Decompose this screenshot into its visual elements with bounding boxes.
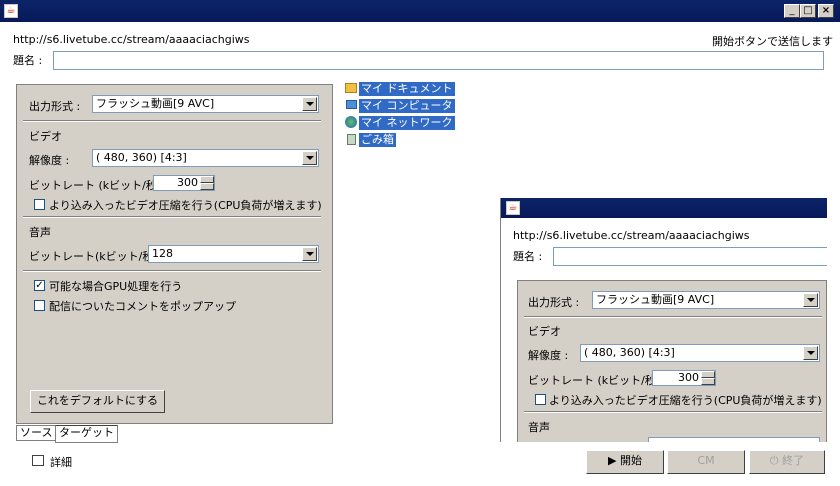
divider (524, 411, 822, 413)
resolution-value: ( 480, 360) [4:3] (96, 151, 187, 164)
java-icon: ☕ (506, 201, 520, 215)
output-format-label: 出力形式 : (29, 100, 81, 113)
start-button-label: 開始 (619, 454, 642, 467)
better-compression-label: より込み入ったビデオ圧縮を行う(CPU負荷が増えます) (49, 199, 322, 212)
spinner-down-icon[interactable] (701, 378, 715, 385)
output-format-select[interactable]: フラッシュ動画[9 AVC] (92, 95, 319, 113)
java-icon: ☕ (4, 4, 18, 18)
divider (23, 216, 321, 218)
folder-icon (345, 83, 357, 93)
desktop-item-label: マイ ネットワーク (359, 116, 455, 130)
set-default-button[interactable]: これをデフォルトにする (30, 390, 165, 413)
details-label[interactable]: 詳細 (50, 454, 72, 470)
title-label: 題名 : (13, 54, 43, 67)
title-bar[interactable]: ☕ _ □ × (0, 0, 840, 22)
preview-title-bar: ☕ (501, 198, 827, 218)
chevron-down-icon[interactable] (302, 151, 317, 165)
desktop-item-label: マイ コンピュータ (359, 99, 455, 113)
audio-bitrate-select[interactable]: 128 (148, 245, 319, 263)
preview-better-compression-label: より込み入ったビデオ圧縮を行う(CPU負荷が増えます) (549, 394, 822, 407)
chevron-down-icon[interactable] (803, 346, 818, 360)
output-format-value: フラッシュ動画[9 AVC] (96, 97, 215, 110)
computer-icon (346, 100, 357, 109)
preview-better-compression-checkbox[interactable] (535, 394, 546, 405)
chevron-down-icon[interactable] (803, 293, 818, 307)
video-section-label: ビデオ (29, 130, 62, 143)
play-icon: ▶ (608, 454, 620, 467)
recycle-bin-icon (347, 134, 356, 145)
stream-url: http://s6.livetube.cc/stream/aaaaciachgi… (13, 33, 250, 46)
video-bitrate-label: ビットレート (kビット/秒) : (29, 179, 169, 192)
desktop-item-label: ごみ箱 (359, 133, 396, 147)
preview-video-bitrate-label: ビットレート (kビット/秒) : (528, 374, 668, 387)
popup-comments-checkbox[interactable] (34, 300, 45, 311)
stop-button-label: 終了 (782, 454, 805, 467)
preview-output-format-value: フラッシュ動画[9 AVC] (596, 293, 715, 306)
preview-resolution-select[interactable]: ( 480, 360) [4:3] (580, 344, 820, 362)
preview-video-section-label: ビデオ (528, 325, 561, 338)
maximize-button[interactable]: □ (800, 4, 816, 18)
spinner-up-icon[interactable] (200, 176, 214, 183)
tab-source[interactable]: ソース (16, 425, 57, 441)
divider (23, 120, 321, 122)
preview-url: http://s6.livetube.cc/stream/aaaaciachgi… (513, 229, 750, 242)
chevron-down-icon[interactable] (302, 97, 317, 111)
resolution-label: 解像度 : (29, 154, 70, 167)
chevron-down-icon[interactable] (302, 247, 317, 261)
network-icon (345, 116, 357, 128)
video-bitrate-spinner[interactable]: 300 (153, 175, 215, 191)
cm-button[interactable]: CM (667, 450, 745, 474)
gpu-label: 可能な場合GPU処理を行う (49, 280, 183, 293)
divider (23, 270, 321, 272)
close-button[interactable]: × (818, 4, 834, 18)
preview-video-bitrate-value: 300 (678, 371, 699, 384)
video-bitrate-value: 300 (177, 176, 198, 189)
popup-comments-label: 配信についたコメントをポップアップ (49, 300, 236, 313)
stop-button[interactable]: ⏻ 終了 (749, 450, 825, 474)
spinner-down-icon[interactable] (200, 183, 214, 190)
preview-settings-panel: 出力形式 : フラッシュ動画[9 AVC] ビデオ 解像度 : ( 480, 3… (517, 280, 827, 442)
details-icon[interactable] (32, 455, 44, 466)
resolution-select[interactable]: ( 480, 360) [4:3] (92, 149, 319, 167)
preview-resolution-label: 解像度 : (528, 349, 569, 362)
settings-panel: 出力形式 : フラッシュ動画[9 AVC] ビデオ 解像度 : ( 480, 3… (16, 84, 333, 424)
preview-video-bitrate-spinner[interactable]: 300 (652, 370, 716, 386)
divider (524, 316, 822, 318)
tab-target[interactable]: ターゲット (55, 425, 118, 443)
preview-audio-bitrate-select[interactable] (648, 437, 820, 442)
preview-resolution-value: ( 480, 360) [4:3] (584, 346, 675, 359)
audio-section-label: 音声 (29, 226, 51, 239)
desktop-item-label: マイ ドキュメント (359, 82, 455, 96)
title-input[interactable] (53, 51, 824, 70)
preview-audio-section-label: 音声 (528, 421, 550, 434)
power-icon: ⏻ (769, 454, 783, 467)
spinner-up-icon[interactable] (701, 371, 715, 378)
preview-window: ☕ http://s6.livetube.cc/stream/aaaaciach… (500, 198, 827, 442)
minimize-button[interactable]: _ (784, 4, 800, 18)
send-hint: 開始ボタンで送信します (712, 35, 833, 48)
better-compression-checkbox[interactable] (34, 199, 45, 210)
preview-title-input[interactable] (553, 247, 827, 266)
preview-output-format-select[interactable]: フラッシュ動画[9 AVC] (592, 291, 820, 309)
preview-title-label: 題名 : (513, 250, 543, 263)
preview-output-format-label: 出力形式 : (528, 296, 580, 309)
gpu-checkbox[interactable]: ✓ (34, 280, 45, 291)
start-button[interactable]: ▶ 開始 (586, 450, 664, 474)
audio-bitrate-label: ビットレート(kビット/秒) : (29, 250, 165, 263)
audio-bitrate-value: 128 (152, 247, 173, 260)
